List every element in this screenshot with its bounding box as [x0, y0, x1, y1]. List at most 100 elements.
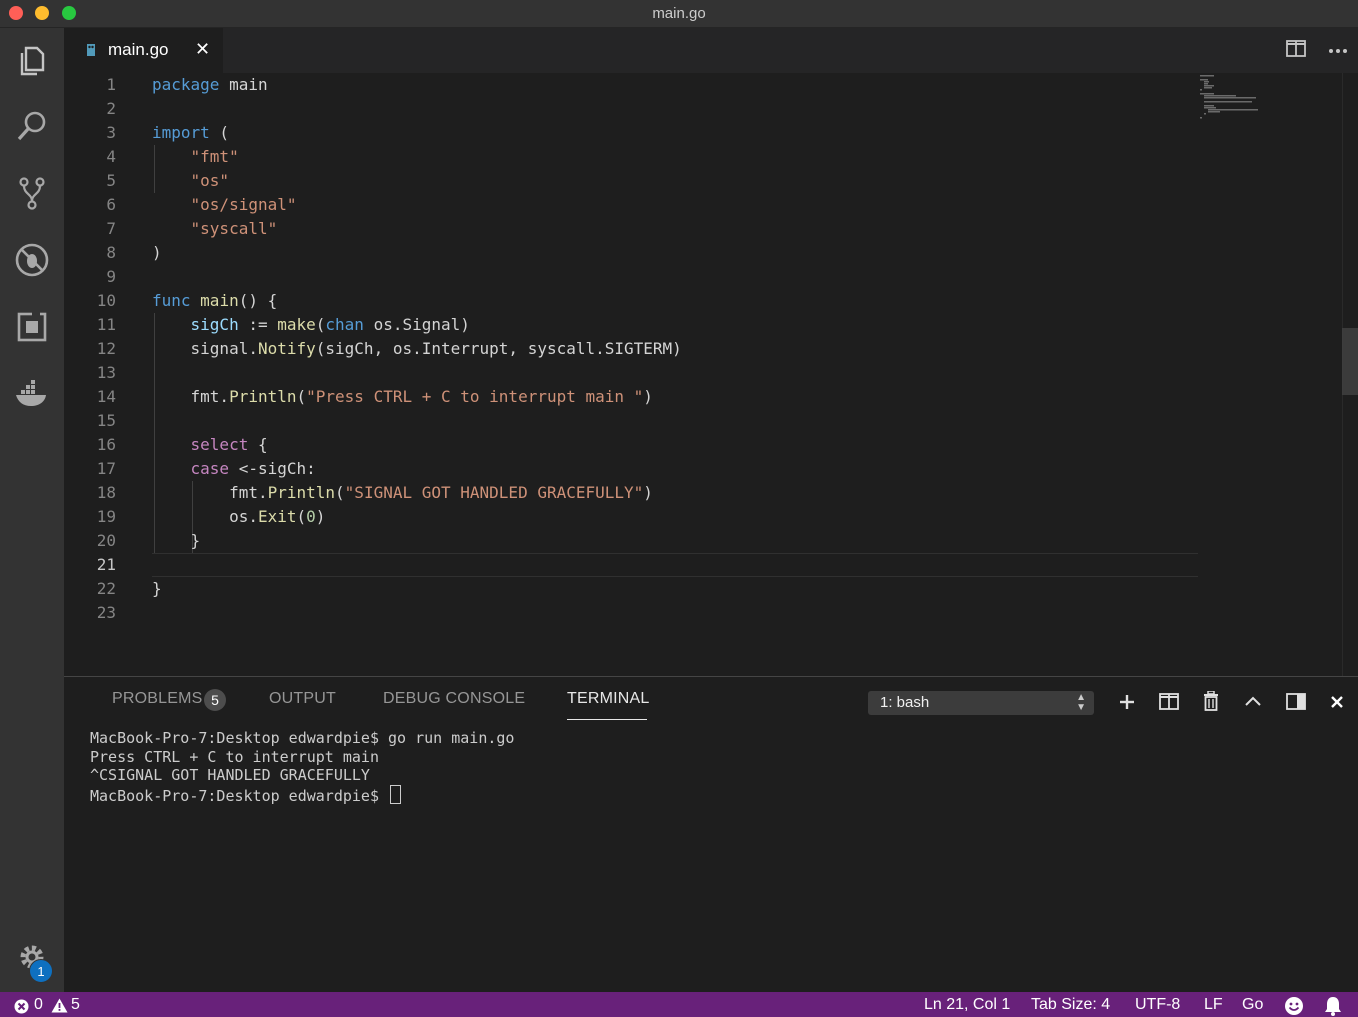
encoding[interactable]: UTF-8 [1135, 996, 1180, 1014]
code-token: ( [315, 315, 326, 334]
code-line: import ( [152, 121, 229, 145]
code-token: "SIGNAL GOT HANDLED GRACEFULLY" [344, 483, 644, 502]
debug-icon [15, 243, 49, 277]
line-number: 20 [96, 531, 116, 550]
line-number: 17 [96, 459, 116, 478]
current-line-highlight [152, 553, 1198, 577]
code-token: () { [238, 291, 278, 310]
code-token: Println [267, 483, 336, 502]
line-ending[interactable]: LF [1204, 996, 1223, 1014]
code-line: package main [152, 73, 268, 97]
docker-button[interactable] [12, 374, 52, 414]
line-number: 4 [106, 147, 116, 166]
window-title: main.go [652, 5, 706, 22]
split-editor-icon[interactable] [1286, 40, 1306, 58]
code-line: signal.Notify(sigCh, os.Interrupt, sysca… [152, 337, 682, 361]
title-bar: main.go [0, 0, 1358, 28]
source-control-button[interactable] [12, 173, 52, 213]
code-token: Println [229, 387, 297, 406]
code-token: <-sigCh: [229, 459, 316, 478]
error-count[interactable]: 0 [34, 996, 43, 1014]
line-number: 6 [106, 195, 116, 214]
status-bar: 0 5 Ln 21, Col 1 Tab Size: 4 UTF-8 LF Go [0, 992, 1358, 1017]
code-line: sigCh := make(chan os.Signal) [152, 313, 470, 337]
split-terminal-icon[interactable] [1159, 693, 1179, 711]
line-number: 18 [96, 483, 116, 502]
line-number: 16 [96, 435, 116, 454]
code-token: os. [152, 507, 258, 526]
close-panel-icon[interactable] [1330, 695, 1344, 709]
active-tab-indicator [567, 719, 647, 720]
tab-close-icon[interactable]: ✕ [195, 39, 210, 60]
line-number: 1 [106, 75, 116, 94]
tab-problems[interactable]: PROBLEMS [112, 690, 203, 708]
line-number: 8 [106, 243, 116, 262]
line-number: 14 [96, 387, 116, 406]
code-token: os.Signal) [363, 315, 470, 334]
editor-scrollbar-thumb[interactable] [1342, 328, 1358, 395]
tab-debug-console[interactable]: DEBUG CONSOLE [383, 690, 525, 708]
select-arrows-icon: ▲ ▼ [1076, 692, 1086, 713]
terminal-select[interactable]: 1: bash ▲ ▼ [868, 691, 1094, 715]
error-icon[interactable] [14, 999, 29, 1014]
code-token: main [219, 75, 268, 94]
tab-size[interactable]: Tab Size: 4 [1031, 996, 1110, 1014]
code-token: package [152, 75, 220, 94]
code-line: "os" [152, 169, 230, 193]
code-token: import [152, 123, 210, 142]
trash-icon[interactable] [1203, 691, 1219, 711]
warning-icon[interactable] [51, 998, 68, 1013]
more-actions-icon[interactable] [1328, 48, 1348, 54]
code-token: } [152, 579, 162, 598]
problems-count-badge: 5 [204, 689, 226, 711]
chevron-up-icon[interactable] [1244, 695, 1262, 707]
terminal-output[interactable]: MacBook-Pro-7:Desktop edwardpie$ go run … [90, 729, 514, 805]
code-token: "fmt" [190, 147, 239, 166]
warning-count[interactable]: 5 [71, 996, 80, 1014]
terminal-cursor [390, 784, 402, 804]
language-mode[interactable]: Go [1242, 996, 1263, 1014]
tab-terminal[interactable]: TERMINAL [567, 690, 650, 708]
code-token: } [152, 531, 201, 550]
toggle-panel-position-icon[interactable] [1286, 693, 1306, 711]
code-editor[interactable]: 1 2 3 4 5 6 7 8 9 10 11 12 13 14 15 16 17 18 19 20 21 22 23 pa… [64, 73, 1358, 676]
explorer-button[interactable] [12, 40, 52, 80]
code-line: fmt.Println("Press CTRL + C to interrupt… [152, 385, 653, 409]
notifications-bell-icon[interactable] [1324, 996, 1342, 1016]
source-control-icon [19, 177, 45, 210]
cursor-position[interactable]: Ln 21, Col 1 [924, 996, 1010, 1014]
search-button[interactable] [12, 106, 52, 146]
code-token: chan [325, 315, 364, 334]
line-number: 23 [96, 603, 116, 622]
debug-button[interactable] [12, 240, 52, 280]
code-line: "fmt" [152, 145, 239, 169]
extensions-button[interactable] [12, 307, 52, 347]
code-token: "Press CTRL + C to interrupt main " [306, 387, 644, 406]
code-token: "os/signal" [190, 195, 297, 214]
minimap[interactable] [1198, 73, 1278, 143]
feedback-smiley-icon[interactable] [1284, 996, 1304, 1016]
new-terminal-plus-icon[interactable] [1118, 693, 1136, 711]
tab-main-go[interactable]: main.go ✕ [64, 28, 223, 73]
tab-output[interactable]: OUTPUT [269, 690, 336, 708]
terminal-line: Press CTRL + C to interrupt main [90, 747, 379, 766]
code-token: ) [643, 483, 653, 502]
code-token: ( [335, 483, 345, 502]
line-number: 10 [96, 291, 116, 310]
terminal-prompt: MacBook-Pro-7:Desktop edwardpie$ [90, 786, 389, 805]
code-token: ) [643, 387, 653, 406]
terminal-line: ^CSIGNAL GOT HANDLED GRACEFULLY [90, 766, 370, 784]
go-file-icon [87, 44, 95, 56]
code-token: sigCh [190, 315, 239, 334]
code-token: ) [152, 243, 162, 262]
code-token: fmt. [152, 387, 230, 406]
line-number: 9 [106, 267, 116, 286]
code-token: ( [209, 123, 230, 142]
line-number: 2 [106, 99, 116, 118]
